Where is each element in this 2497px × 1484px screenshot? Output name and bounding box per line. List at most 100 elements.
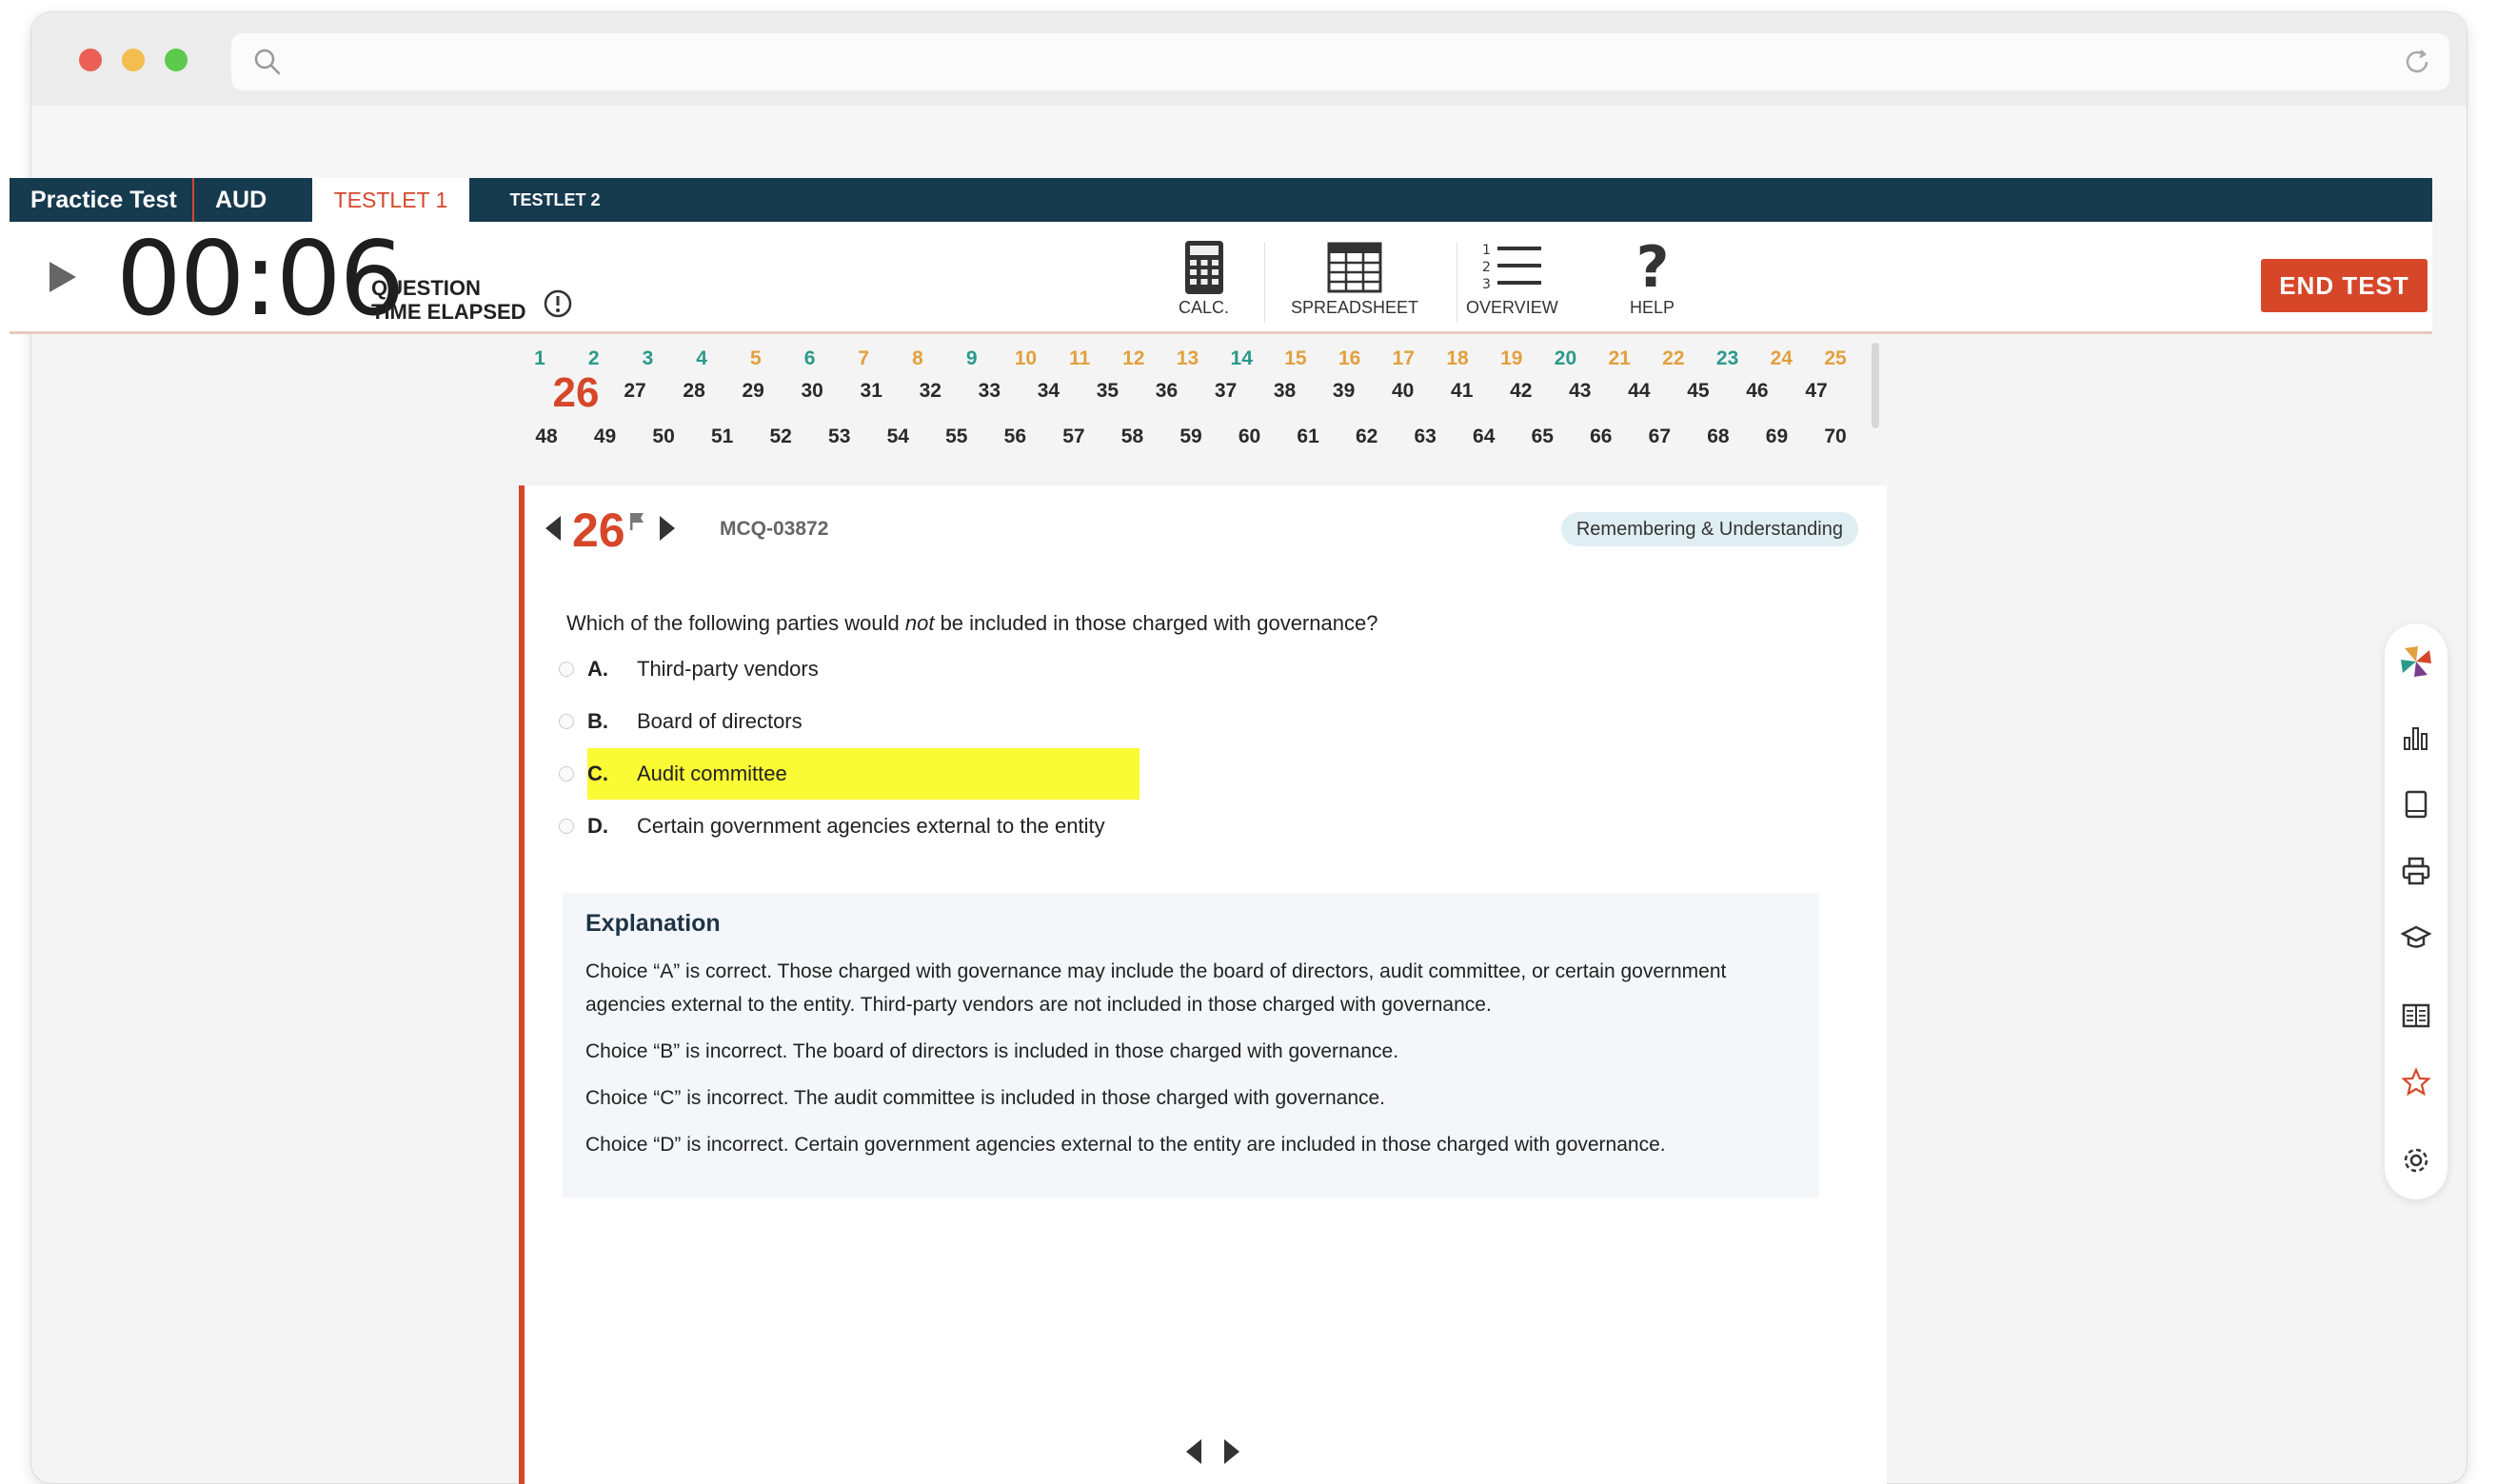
- question-number[interactable]: 25: [1824, 347, 1846, 370]
- question-number[interactable]: 56: [1004, 425, 1026, 448]
- question-number[interactable]: 24: [1771, 347, 1793, 370]
- question-number[interactable]: 30: [802, 380, 823, 403]
- end-test-button[interactable]: END TEST: [2261, 259, 2428, 312]
- question-number[interactable]: 55: [945, 425, 967, 448]
- question-number[interactable]: 53: [828, 425, 850, 448]
- question-number[interactable]: 20: [1555, 347, 1576, 370]
- question-number[interactable]: 65: [1532, 425, 1554, 448]
- question-number[interactable]: 57: [1062, 425, 1084, 448]
- question-number[interactable]: 15: [1284, 347, 1306, 370]
- question-number[interactable]: 43: [1569, 380, 1591, 403]
- option-radio[interactable]: [559, 766, 574, 782]
- question-number[interactable]: 68: [1707, 425, 1729, 448]
- question-number[interactable]: 12: [1122, 347, 1144, 370]
- question-number[interactable]: 21: [1608, 347, 1630, 370]
- notes-icon[interactable]: [2401, 1000, 2431, 1031]
- question-number[interactable]: 2: [588, 347, 600, 370]
- question-number[interactable]: 70: [1824, 425, 1846, 448]
- navigator-scrollbar[interactable]: [1872, 343, 1879, 428]
- question-number[interactable]: 49: [594, 425, 616, 448]
- answer-option-c[interactable]: C. Audit committee: [559, 748, 1320, 800]
- question-number[interactable]: 34: [1038, 380, 1060, 403]
- print-icon[interactable]: [2401, 856, 2431, 886]
- gear-icon[interactable]: [2401, 1145, 2431, 1176]
- question-number[interactable]: 62: [1356, 425, 1377, 448]
- question-number[interactable]: 19: [1500, 347, 1522, 370]
- question-number[interactable]: 11: [1069, 347, 1090, 370]
- question-number[interactable]: 67: [1649, 425, 1671, 448]
- maximize-window-button[interactable]: [165, 49, 188, 71]
- question-number[interactable]: 13: [1177, 347, 1199, 370]
- question-number[interactable]: 22: [1662, 347, 1684, 370]
- nav-exam-section[interactable]: AUD: [192, 178, 302, 222]
- question-number[interactable]: 8: [912, 347, 923, 370]
- previous-arrow-icon[interactable]: [1181, 1437, 1206, 1466]
- graduation-cap-icon[interactable]: [2401, 922, 2431, 953]
- previous-question-icon[interactable]: [544, 514, 563, 543]
- question-number[interactable]: 45: [1687, 380, 1709, 403]
- logo-icon[interactable]: [2397, 643, 2435, 681]
- flag-icon[interactable]: [629, 512, 644, 531]
- question-number[interactable]: 3: [643, 347, 654, 370]
- question-number[interactable]: 40: [1392, 380, 1414, 403]
- question-number[interactable]: 41: [1451, 380, 1473, 403]
- question-number[interactable]: 47: [1805, 380, 1827, 403]
- question-number[interactable]: 64: [1473, 425, 1495, 448]
- question-number[interactable]: 29: [742, 380, 763, 403]
- question-number[interactable]: 18: [1446, 347, 1468, 370]
- question-number[interactable]: 23: [1716, 347, 1738, 370]
- overview-button[interactable]: 1 2 3 OVERVIEW: [1466, 239, 1558, 318]
- play-icon[interactable]: [48, 260, 78, 294]
- question-number[interactable]: 6: [804, 347, 816, 370]
- tab-testlet-2[interactable]: TESTLET 2: [503, 178, 607, 222]
- help-button[interactable]: ? HELP: [1630, 239, 1675, 318]
- address-bar[interactable]: [231, 33, 2449, 90]
- question-number[interactable]: 51: [711, 425, 733, 448]
- question-number[interactable]: 59: [1179, 425, 1201, 448]
- spreadsheet-button[interactable]: SPREADSHEET: [1291, 239, 1418, 318]
- question-number[interactable]: 50: [652, 425, 674, 448]
- question-number[interactable]: 36: [1156, 380, 1178, 403]
- question-number[interactable]: 66: [1590, 425, 1612, 448]
- question-number[interactable]: 39: [1333, 380, 1355, 403]
- question-number[interactable]: 37: [1215, 380, 1237, 403]
- question-number[interactable]: 28: [683, 380, 704, 403]
- reload-icon[interactable]: [2402, 47, 2432, 77]
- star-icon[interactable]: [2401, 1067, 2431, 1098]
- question-number[interactable]: 5: [750, 347, 762, 370]
- question-number[interactable]: 16: [1338, 347, 1360, 370]
- next-arrow-icon[interactable]: [1219, 1437, 1244, 1466]
- question-number-current[interactable]: 26: [553, 370, 600, 416]
- calc-button[interactable]: CALC.: [1179, 239, 1229, 318]
- minimize-window-button[interactable]: [122, 49, 145, 71]
- info-icon[interactable]: [543, 288, 573, 319]
- book-icon[interactable]: [2401, 789, 2431, 820]
- chart-icon[interactable]: [2401, 722, 2431, 753]
- answer-option-a[interactable]: A. Third-party vendors: [559, 643, 1320, 695]
- question-number[interactable]: 58: [1121, 425, 1143, 448]
- option-radio[interactable]: [559, 662, 574, 677]
- question-number[interactable]: 7: [858, 347, 869, 370]
- question-number[interactable]: 54: [887, 425, 909, 448]
- question-number[interactable]: 4: [696, 347, 707, 370]
- question-number[interactable]: 10: [1015, 347, 1037, 370]
- question-number[interactable]: 46: [1746, 380, 1768, 403]
- nav-practice-test[interactable]: Practice Test: [10, 178, 190, 222]
- question-number[interactable]: 14: [1231, 347, 1253, 370]
- close-window-button[interactable]: [79, 49, 102, 71]
- question-number[interactable]: 35: [1097, 380, 1119, 403]
- question-number[interactable]: 9: [966, 347, 978, 370]
- question-number[interactable]: 27: [624, 380, 645, 403]
- option-radio[interactable]: [559, 714, 574, 729]
- question-number[interactable]: 69: [1766, 425, 1788, 448]
- question-number[interactable]: 52: [769, 425, 791, 448]
- question-number[interactable]: 32: [920, 380, 941, 403]
- answer-option-b[interactable]: B. Board of directors: [559, 696, 1320, 747]
- next-question-icon[interactable]: [658, 514, 677, 543]
- question-number[interactable]: 17: [1393, 347, 1415, 370]
- question-number[interactable]: 44: [1628, 380, 1650, 403]
- question-number[interactable]: 1: [534, 347, 545, 370]
- tab-testlet-1[interactable]: TESTLET 1: [312, 178, 469, 222]
- question-number[interactable]: 63: [1414, 425, 1436, 448]
- question-number[interactable]: 60: [1239, 425, 1260, 448]
